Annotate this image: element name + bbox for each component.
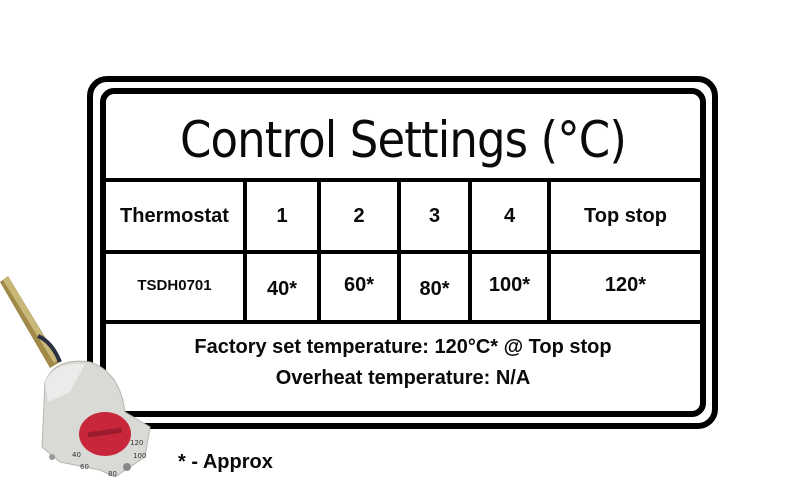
dial-mark-40: 40 — [72, 451, 81, 459]
thermostat-product-image: 120 100 40 60 80 — [0, 276, 151, 478]
settings-card: Control Settings (°C) Thermostat 1 2 3 4… — [100, 88, 706, 417]
dial-mark-100: 100 — [133, 452, 146, 460]
dial-mark-120: 120 — [130, 439, 143, 447]
dial-mark-80: 80 — [108, 470, 117, 478]
value-setting-4: 100* — [488, 273, 531, 296]
header-setting-4: 4 — [503, 204, 516, 227]
header-setting-3: 3 — [428, 204, 441, 227]
divider-values — [106, 320, 700, 324]
mount-hole — [123, 463, 131, 471]
card-title: Control Settings (°C) — [180, 111, 627, 169]
header-thermostat: Thermostat — [120, 204, 229, 227]
dial-mark-60: 60 — [80, 463, 89, 471]
header-setting-1: 1 — [276, 204, 288, 227]
approx-footnote: * - Approx — [178, 451, 273, 473]
factory-set-temperature: Factory set temperature: 120°C* @ Top st… — [194, 336, 612, 358]
mount-hole — [49, 454, 55, 460]
thermostat-rod-highlight — [3, 276, 58, 363]
overheat-temperature: Overheat temperature: N/A — [275, 367, 531, 389]
header-setting-2: 2 — [353, 204, 365, 227]
value-setting-2: 60* — [343, 273, 375, 296]
value-setting-3: 80* — [419, 277, 450, 300]
value-setting-1: 40* — [266, 277, 298, 300]
header-top-stop: Top stop — [584, 204, 667, 227]
value-top-stop: 120* — [604, 273, 647, 296]
